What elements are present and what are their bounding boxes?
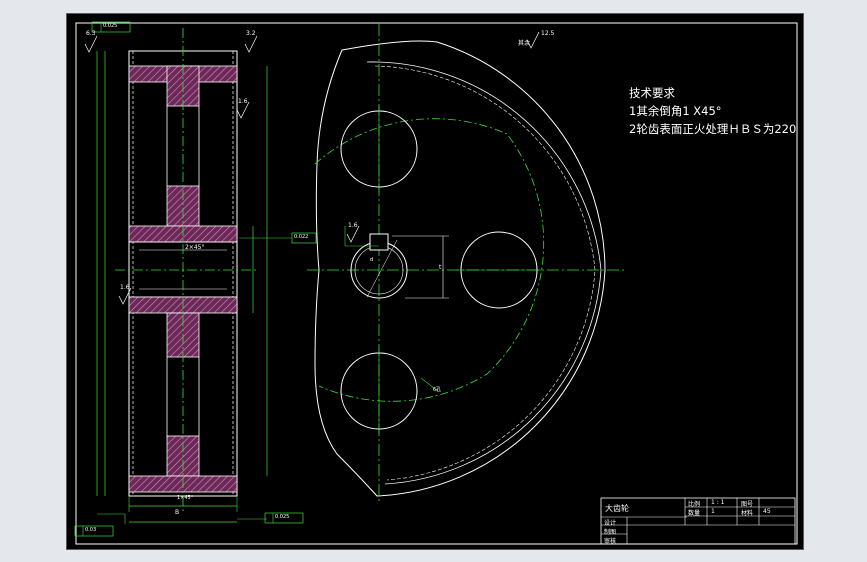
tolerance-label-bottom-left: 0.03: [85, 527, 97, 533]
gear-front-view: [307, 24, 627, 504]
tech-item-1: 1其余倒角1 X45°: [629, 104, 722, 118]
roughness-label-top-left: 6.3: [86, 30, 96, 37]
tolerance-label-top: 0.025: [103, 23, 118, 29]
roughness-label-top-right: 12.5: [541, 30, 555, 37]
bore-dim-label: d: [370, 257, 374, 263]
hole-dim-label: 6孔: [433, 387, 442, 393]
gear-section-view: [74, 21, 360, 537]
keyway-dim-label: t: [439, 264, 442, 271]
design-label: 设计: [604, 520, 617, 527]
part-name: 大齿轮: [605, 504, 629, 513]
bottom-chamfer-label: 1×45°: [177, 495, 194, 501]
roughness-label-hub: 3.2: [246, 30, 256, 37]
tolerance-label-hub: 0.022: [294, 234, 309, 240]
drafting-label: 制图: [604, 529, 617, 536]
tolerance-label-bottom-right: 0.025: [275, 514, 290, 520]
cad-drawing-canvas[interactable]: 6.3 0.025 3.2 1.6 2×45° 1.6 0.022 0.03 0…: [66, 13, 804, 550]
scale-label: 比例: [688, 501, 701, 508]
keyway: [369, 233, 389, 251]
roughness-label-mid: 1.6: [238, 98, 248, 105]
rest-symbol-label: 其余: [518, 40, 531, 47]
width-dim-label: B: [175, 509, 180, 516]
chamfer-label: 2×45°: [185, 244, 205, 251]
pitch-circle: [314, 118, 545, 402]
quantity-label: 数量: [688, 510, 701, 517]
roughness-label-bottom-left: 1.6: [120, 284, 130, 291]
roughness-label-bore: 1.6: [348, 222, 358, 229]
technical-requirements: 技术要求 1其余倒角1 X45° 2轮齿表面正火处理ＨＢＳ为220: [629, 84, 796, 138]
tech-heading: 技术要求: [629, 86, 675, 100]
quantity-value: 1: [711, 508, 715, 515]
drawing-no-value: 45: [763, 508, 771, 515]
tech-item-2: 2轮齿表面正火处理ＨＢＳ为220: [629, 122, 797, 136]
gear-outline: [314, 40, 606, 497]
drawing-no-label: 图号: [741, 501, 754, 508]
material-label: 材料: [741, 510, 754, 517]
review-label: 审核: [604, 538, 617, 545]
screenshot: 6.3 0.025 3.2 1.6 2×45° 1.6 0.022 0.03 0…: [0, 0, 867, 562]
title-block: 大齿轮 比例 1 : 1 图号 数量 1 材料 45 设计 制图 审核: [601, 498, 795, 545]
scale-value: 1 : 1: [711, 499, 725, 506]
